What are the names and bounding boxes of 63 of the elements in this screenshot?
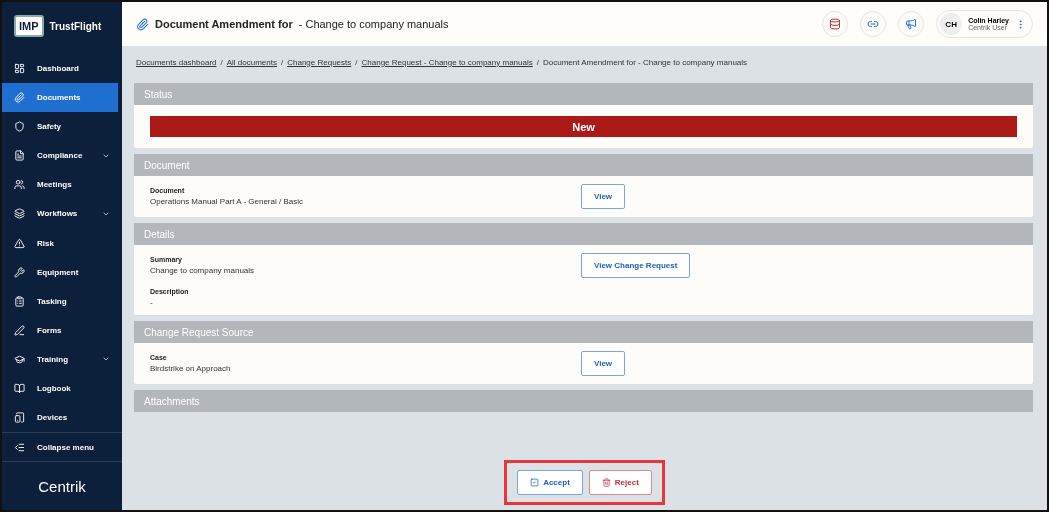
breadcrumb-separator: / (355, 57, 358, 67)
section-header: Details (134, 223, 1033, 245)
sidebar-item[interactable]: Documents (2, 83, 118, 113)
sidebar-item[interactable]: Logbook (2, 373, 118, 403)
view-button[interactable]: View (581, 184, 626, 209)
page-subtitle: - Change to company manuals (298, 18, 450, 30)
collapse-icon (14, 441, 25, 453)
shield-icon (14, 121, 25, 133)
dashboard-icon (14, 63, 25, 75)
sidebar-item[interactable]: Training (2, 344, 118, 374)
section-header: Document (134, 154, 1033, 176)
paperclip-icon (14, 92, 25, 104)
breadcrumb-link[interactable]: Documents dashboard (136, 57, 217, 67)
sidebar-item[interactable]: Workflows (2, 199, 118, 229)
breadcrumb-link[interactable]: All documents (226, 57, 277, 67)
wrench-icon (14, 266, 25, 278)
sidebar-item[interactable]: Compliance (2, 141, 118, 171)
graduation-cap-icon (14, 353, 25, 365)
link-icon (867, 18, 880, 30)
logo-badge: IMP (14, 15, 44, 37)
megaphone-icon (905, 18, 918, 30)
breadcrumb-link[interactable]: Change Requests (287, 57, 352, 67)
page-title: Document Amendment for (155, 18, 293, 30)
view-button[interactable]: View (581, 351, 626, 376)
accept-button[interactable]: Accept (517, 469, 583, 495)
sidebar-item[interactable]: Equipment (2, 257, 118, 287)
sidebar-item[interactable]: Safety (2, 112, 118, 142)
reject-button[interactable]: Reject (588, 469, 652, 495)
warning-icon (14, 237, 25, 249)
pen-icon (14, 324, 25, 336)
sidebar-item[interactable]: Meetings (2, 170, 118, 200)
breadcrumb-separator: / (220, 57, 223, 67)
breadcrumb-current: Document Amendment for - Change to company manuals (542, 57, 748, 67)
breadcrumb-separator: / (281, 57, 284, 67)
document-icon (14, 150, 25, 162)
clipboard-icon (14, 295, 25, 307)
database-icon (829, 18, 842, 30)
checkbox-icon (530, 477, 540, 487)
sidebar-item[interactable]: Dashboard (2, 54, 118, 84)
status-bar: New (150, 116, 1017, 137)
sidebar-item[interactable]: Forms (2, 315, 118, 345)
user-avatar: CH (940, 13, 963, 35)
view-button[interactable]: View Change Request (581, 253, 691, 278)
field-value: Birdstrike on Approach (150, 364, 232, 373)
field-value: Change to company manuals (150, 266, 256, 275)
section-header: Status (134, 83, 1033, 105)
brand-name: TrustFlight (49, 20, 102, 32)
field-value: - (150, 298, 154, 307)
sidebar-item[interactable]: Risk (2, 228, 118, 258)
paperclip-icon (136, 17, 149, 31)
section-header: Change Request Source (134, 321, 1033, 343)
breadcrumb-separator: / (536, 57, 539, 67)
field-value: Operations Manual Part A - General / Basic (150, 197, 304, 206)
footer-logo: Centrik (37, 476, 87, 497)
sidebar-item[interactable]: Devices (2, 402, 118, 432)
book-icon (14, 382, 25, 394)
devices-icon (14, 411, 25, 423)
section-header: Attachments (134, 390, 1033, 412)
trash-icon (601, 477, 611, 487)
layers-icon (14, 208, 25, 220)
people-icon (14, 179, 25, 191)
sidebar-item[interactable]: Tasking (2, 286, 118, 316)
breadcrumb-link[interactable]: Change Request - Change to company manuals (361, 57, 533, 67)
